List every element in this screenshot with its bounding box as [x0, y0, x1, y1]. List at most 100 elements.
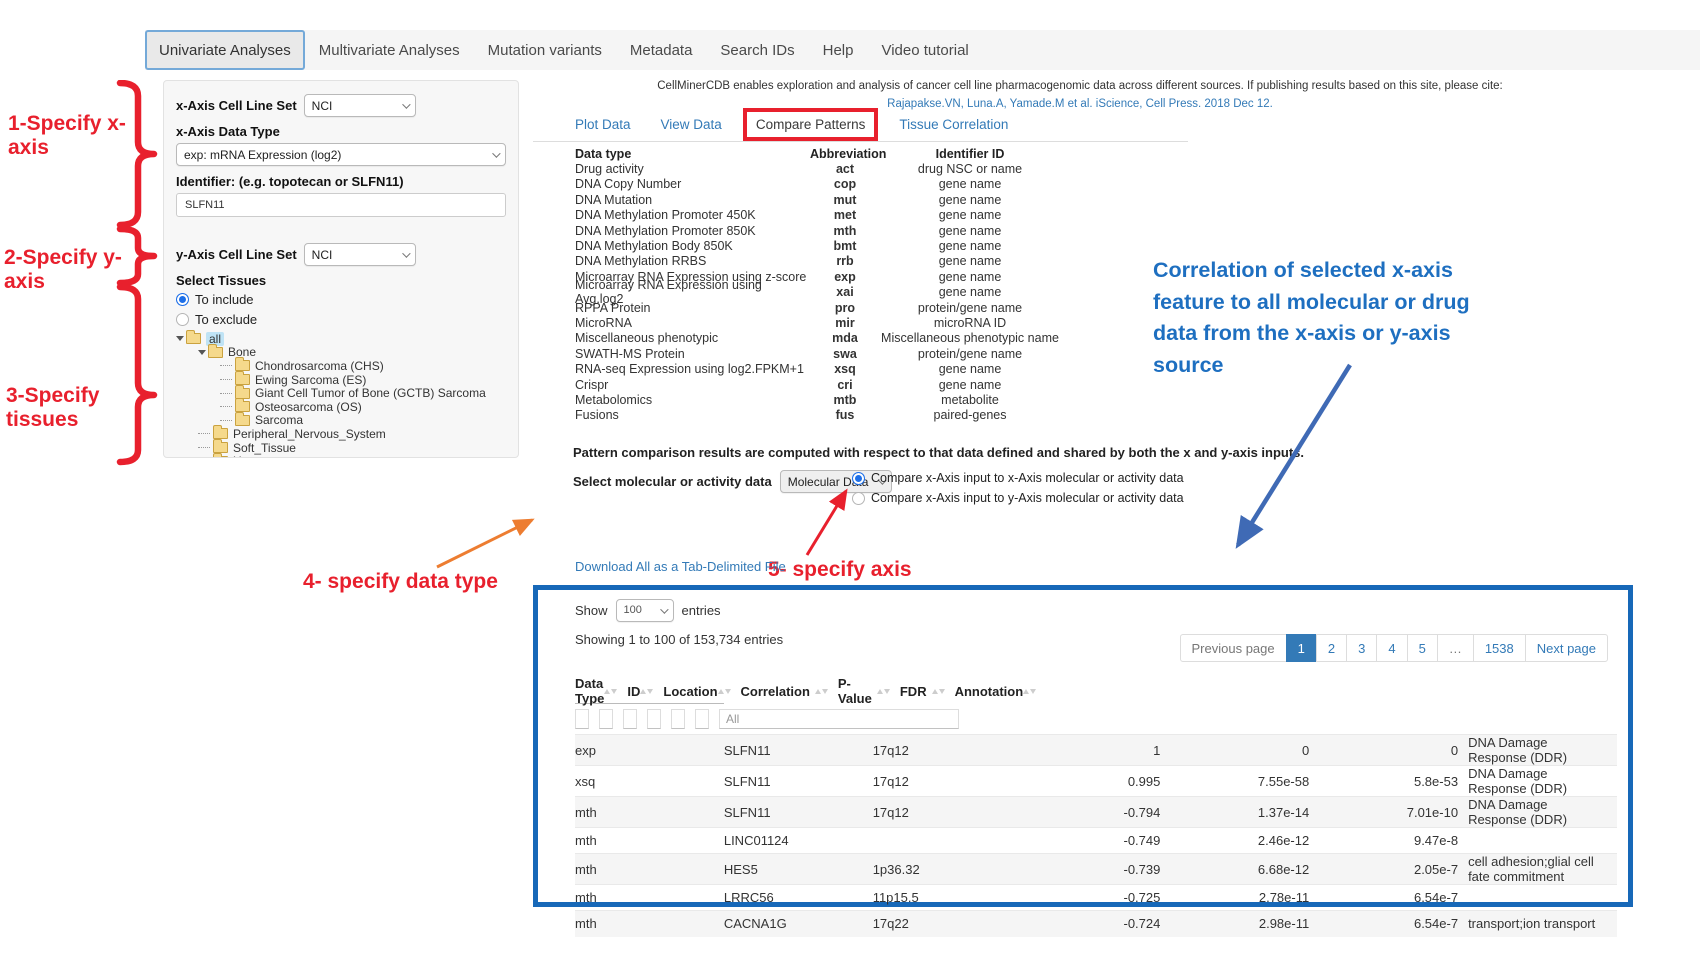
tree-node[interactable]: Ewing Sarcoma (ES) — [220, 373, 506, 387]
tree-node[interactable]: Giant Cell Tumor of Bone (GCTB) Sarcoma — [220, 386, 506, 400]
sub-tab[interactable]: Plot Data — [575, 117, 631, 132]
tree-node[interactable]: Uterus — [198, 454, 506, 458]
datatype-name: DNA Methylation Promoter 850K — [575, 224, 810, 238]
sort-icon[interactable] — [932, 689, 945, 694]
chevron-down-icon — [402, 249, 410, 257]
column-header[interactable]: FDR — [900, 679, 955, 703]
sub-tab[interactable]: Tissue Correlation — [899, 117, 1008, 132]
page-button[interactable]: 5 — [1407, 634, 1438, 662]
result-row[interactable]: mth CACNA1G 17q22 -0.724 2.98e-11 6.54e-… — [575, 911, 1617, 937]
column-header[interactable]: Data Type — [575, 679, 627, 703]
results-header-row: Data Type ID Location — [575, 679, 724, 704]
radio-unselected-icon — [176, 313, 189, 326]
show-entries-select[interactable]: 100 — [616, 599, 674, 622]
datatype-id: metabolite — [880, 393, 1060, 407]
datatype-id: gene name — [880, 193, 1060, 207]
datatype-name: Miscellaneous phenotypic — [575, 331, 810, 345]
datatype-id: gene name — [880, 208, 1060, 222]
nav-tab[interactable]: Metadata — [616, 30, 707, 70]
tree-node[interactable]: all — [176, 332, 506, 346]
nav-tab[interactable]: Help — [809, 30, 868, 70]
column-filter-input[interactable] — [695, 709, 709, 729]
sort-icon[interactable] — [1023, 689, 1036, 694]
datatype-id: gene name — [880, 254, 1060, 268]
sub-tab[interactable]: Compare Patterns — [743, 108, 879, 141]
cell-p-value: 2.46e-12 — [1170, 828, 1319, 854]
column-filter-input[interactable] — [719, 709, 959, 729]
result-row[interactable]: mth LINC01124 -0.749 2.46e-12 9.47e-8 — [575, 828, 1617, 854]
result-row[interactable]: mth HES5 1p36.32 -0.739 6.68e-12 2.05e-7… — [575, 854, 1617, 885]
result-row[interactable]: mth LRRC56 11p15.5 -0.725 2.78e-11 6.54e… — [575, 885, 1617, 911]
page-button[interactable]: 1538 — [1473, 634, 1526, 662]
column-header[interactable]: Location — [663, 679, 740, 703]
datatype-name: Metabolomics — [575, 393, 810, 407]
page-button[interactable]: 1 — [1286, 634, 1317, 662]
sort-icon[interactable] — [815, 689, 828, 694]
datatype-abbr: exp — [810, 270, 880, 284]
tree-node[interactable]: Soft_Tissue — [198, 441, 506, 455]
column-filter-input[interactable] — [671, 709, 685, 729]
datatype-row: Crispr cri gene name — [575, 377, 1060, 392]
column-filter-input[interactable] — [575, 709, 589, 729]
column-header[interactable]: Annotation — [955, 679, 1047, 703]
radio-compare-x-axis[interactable]: Compare x-Axis input to x-Axis molecular… — [852, 471, 1184, 485]
nav-tab[interactable]: Univariate Analyses — [145, 30, 305, 70]
cell-location: 17q12 — [873, 797, 1022, 828]
x-cell-line-set-select[interactable]: NCI — [304, 94, 416, 117]
tree-node-label: Soft_Tissue — [233, 441, 296, 455]
sort-icon[interactable] — [718, 689, 731, 694]
nav-tab[interactable]: Multivariate Analyses — [305, 30, 474, 70]
tree-node[interactable]: Sarcoma — [220, 414, 506, 428]
datatype-id: Miscellaneous phenotypic name — [880, 331, 1060, 345]
column-header[interactable]: ID — [627, 679, 663, 703]
page-button[interactable]: 3 — [1346, 634, 1377, 662]
radio-to-exclude[interactable]: To exclude — [176, 312, 506, 327]
nav-tab[interactable]: Mutation variants — [474, 30, 616, 70]
cell-annotation: DNA Damage Response (DDR) — [1468, 797, 1617, 828]
cell-correlation: -0.739 — [1022, 854, 1171, 885]
page-button[interactable]: Next page — [1525, 634, 1608, 662]
nav-tab[interactable]: Video tutorial — [867, 30, 982, 70]
tree-node[interactable]: Bone — [198, 346, 506, 360]
page-button[interactable]: … — [1437, 634, 1474, 662]
page-button[interactable]: 4 — [1376, 634, 1407, 662]
result-row[interactable]: mth SLFN11 17q12 -0.794 1.37e-14 7.01e-1… — [575, 797, 1617, 828]
sort-icon[interactable] — [877, 689, 890, 694]
download-link[interactable]: Download All as a Tab-Delimited File — [575, 559, 786, 574]
cell-correlation: -0.725 — [1022, 885, 1171, 911]
cell-id: SLFN11 — [724, 797, 873, 828]
cell-annotation: transport;ion transport — [1468, 911, 1617, 937]
nav-tab[interactable]: Search IDs — [706, 30, 808, 70]
sort-icon[interactable] — [604, 689, 617, 694]
tree-node[interactable]: Peripheral_Nervous_System — [198, 427, 506, 441]
y-cell-line-set-select[interactable]: NCI — [304, 243, 416, 266]
x-data-type-select[interactable]: exp: mRNA Expression (log2) — [176, 143, 506, 166]
x-data-type-value: exp: mRNA Expression (log2) — [184, 148, 341, 162]
sort-icon[interactable] — [640, 689, 653, 694]
sub-tab[interactable]: View Data — [661, 117, 722, 132]
column-header[interactable]: Correlation — [741, 679, 838, 703]
datatype-row: MicroRNA mir microRNA ID — [575, 315, 1060, 330]
radio-to-include[interactable]: To include — [176, 292, 506, 307]
result-row[interactable]: xsq SLFN11 17q12 0.995 7.55e-58 5.8e-53 … — [575, 766, 1617, 797]
column-filter-input[interactable] — [623, 709, 637, 729]
tree-node[interactable]: Chondrosarcoma (CHS) — [220, 359, 506, 373]
tree-node[interactable]: Osteosarcoma (OS) — [220, 400, 506, 414]
cell-p-value: 2.78e-11 — [1170, 885, 1319, 911]
cell-data-type: mth — [575, 797, 724, 828]
annotation-step1: 1-Specify x-axis — [8, 112, 144, 160]
sub-tab-label: Compare Patterns — [756, 117, 866, 132]
cell-fdr: 5.8e-53 — [1319, 766, 1468, 797]
tree-connector — [220, 365, 232, 366]
result-row[interactable]: exp SLFN11 17q12 1 0 0 DNA Damage Respon… — [575, 735, 1617, 766]
column-filter-input[interactable] — [599, 709, 613, 729]
page-button[interactable]: Previous page — [1180, 634, 1287, 662]
identifier-input[interactable] — [176, 193, 506, 217]
cell-id: CACNA1G — [724, 911, 873, 937]
cell-location: 17q12 — [873, 766, 1022, 797]
column-header[interactable]: P-Value — [838, 679, 900, 703]
datatype-row: Miscellaneous phenotypic mda Miscellaneo… — [575, 331, 1060, 346]
page-button[interactable]: 2 — [1316, 634, 1347, 662]
radio-compare-y-axis[interactable]: Compare x-Axis input to y-Axis molecular… — [852, 491, 1184, 505]
column-filter-input[interactable] — [647, 709, 661, 729]
